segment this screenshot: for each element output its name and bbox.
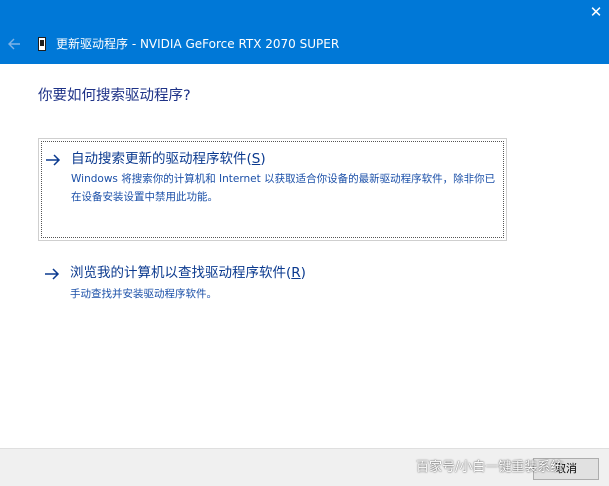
back-arrow-icon: [8, 38, 20, 50]
browse-computer-title[interactable]: 浏览我的计算机以查找驱动程序软件(R): [70, 264, 306, 282]
title-bar: ✕ 更新驱动程序 - NVIDIA GeForce RTX 2070 SUPER: [0, 0, 609, 64]
browse-computer-description: 手动查找并安装驱动程序软件。: [70, 288, 217, 300]
auto-search-title[interactable]: 自动搜索更新的驱动程序软件(S): [71, 150, 266, 168]
device-icon: [38, 37, 46, 51]
auto-search-option[interactable]: 自动搜索更新的驱动程序软件(S) Windows 将搜索你的计算机和 Inter…: [38, 138, 507, 241]
browse-accelerator: R: [291, 265, 301, 281]
window-title: 更新驱动程序 - NVIDIA GeForce RTX 2070 SUPER: [56, 37, 340, 51]
page-title: 你要如何搜索驱动程序?: [38, 88, 191, 104]
arrow-right-icon: [46, 154, 61, 166]
close-button[interactable]: ✕: [583, 0, 609, 26]
browse-title-suffix: ): [300, 265, 306, 281]
browse-computer-option[interactable]: 浏览我的计算机以查找驱动程序软件(R) 手动查找并安装驱动程序软件。: [38, 258, 507, 308]
browse-title-prefix: 浏览我的计算机以查找驱动程序软件(: [70, 265, 292, 281]
arrow-right-icon: [45, 268, 60, 280]
watermark-text: 百家号/小白一键重装系统: [416, 460, 564, 475]
auto-search-title-suffix: ): [260, 151, 266, 167]
auto-search-title-prefix: 自动搜索更新的驱动程序软件(: [71, 151, 252, 167]
back-button[interactable]: [5, 34, 25, 54]
auto-search-description: Windows 将搜索你的计算机和 Internet 以获取适合你设备的最新驱动…: [71, 173, 496, 203]
